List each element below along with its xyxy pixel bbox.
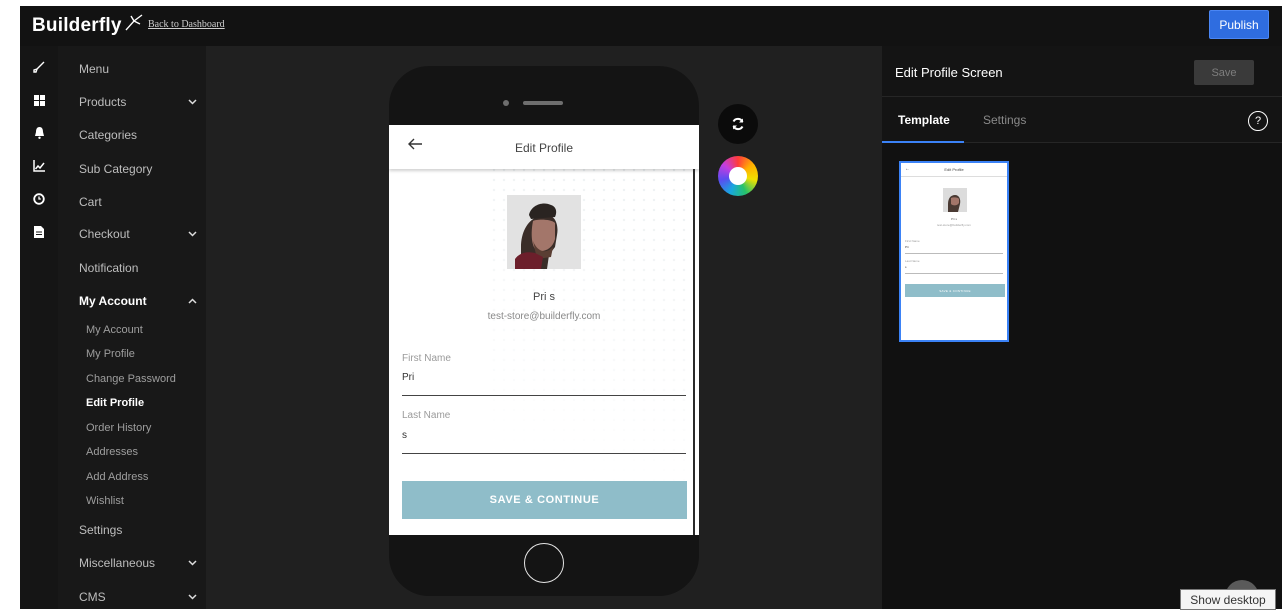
preview-canvas: Edit Profile Pri s test-store@builderfly… <box>206 46 882 609</box>
thumb-last-name-label: Last Name <box>905 259 920 263</box>
profile-name: Pri s <box>533 291 555 303</box>
thumb-header: ← Edit Profile <box>901 163 1007 177</box>
chevron-down-icon[interactable] <box>188 229 198 239</box>
panel-title: Edit Profile Screen <box>895 65 1003 80</box>
subnav-my-account[interactable]: My Account <box>86 324 143 336</box>
logo-text: Builderfly <box>32 15 122 36</box>
last-name-field[interactable]: s <box>402 430 407 441</box>
chevron-down-icon[interactable] <box>188 592 198 602</box>
save-continue-button[interactable]: SAVE & CONTINUE <box>402 481 687 519</box>
clock-icon[interactable] <box>32 192 46 206</box>
thumb-name: Pri s <box>951 217 957 221</box>
chevron-down-icon[interactable] <box>188 558 198 568</box>
nav-item-cart[interactable]: Cart <box>79 195 102 209</box>
document-icon[interactable] <box>32 225 46 239</box>
chevron-up-icon[interactable] <box>188 296 198 306</box>
builderfly-logo[interactable]: Builderfly <box>32 12 144 40</box>
screen-title: Edit Profile <box>514 141 574 155</box>
color-palette-button[interactable] <box>718 156 758 196</box>
app-window: Builderfly Back to Dashboard Publish Men… <box>20 6 1282 609</box>
subnav-addresses[interactable]: Addresses <box>86 446 138 458</box>
thumb-avatar <box>943 188 967 212</box>
thumb-line <box>905 253 1003 254</box>
palette-icon <box>729 167 747 185</box>
tab-settings[interactable]: Settings <box>983 113 1026 127</box>
thumb-first-name-label: First Name <box>905 239 920 243</box>
back-to-dashboard-link[interactable]: Back to Dashboard <box>148 19 225 30</box>
thumb-save-button: SAVE & CONTINUE <box>905 284 1005 297</box>
subnav-change-password[interactable]: Change Password <box>86 373 176 385</box>
builder-sidebar: Menu Products Categories Sub Category Ca… <box>58 46 206 609</box>
chart-icon[interactable] <box>32 159 46 173</box>
nav-item-checkout[interactable]: Checkout <box>79 227 130 241</box>
thumb-line <box>905 273 1003 274</box>
nav-item-miscellaneous[interactable]: Miscellaneous <box>79 556 155 570</box>
nav-item-products[interactable]: Products <box>79 95 126 109</box>
subnav-add-address[interactable]: Add Address <box>86 471 148 483</box>
screen-scrollbar[interactable] <box>693 169 695 535</box>
last-name-underline <box>402 453 686 454</box>
thumb-email: test-store@builderfly.com <box>937 223 971 227</box>
icon-rail <box>20 46 58 609</box>
thumb-last-name-value: s <box>905 265 907 269</box>
help-icon[interactable]: ? <box>1248 111 1268 131</box>
nav-item-settings[interactable]: Settings <box>79 523 122 537</box>
publish-button[interactable]: Publish <box>1209 10 1269 39</box>
bell-icon[interactable] <box>32 126 46 140</box>
save-button[interactable]: Save <box>1194 60 1254 85</box>
top-bar: Builderfly Back to Dashboard Publish <box>20 6 1282 46</box>
screen-header: Edit Profile <box>389 125 699 169</box>
nav-item-my-account[interactable]: My Account <box>79 294 147 308</box>
nav-item-sub-category[interactable]: Sub Category <box>79 162 152 176</box>
chevron-down-icon[interactable] <box>188 97 198 107</box>
subnav-edit-profile[interactable]: Edit Profile <box>86 397 144 409</box>
subnav-wishlist[interactable]: Wishlist <box>86 495 124 507</box>
first-name-underline <box>402 395 686 396</box>
nav-item-cms[interactable]: CMS <box>79 590 106 604</box>
tab-template[interactable]: Template <box>898 113 950 127</box>
phone-screen: Edit Profile Pri s test-store@builderfly… <box>389 125 699 535</box>
properties-panel: Edit Profile Screen Save Template Settin… <box>882 46 1282 609</box>
phone-frame: Edit Profile Pri s test-store@builderfly… <box>389 66 699 596</box>
logo-wings-icon <box>125 14 143 31</box>
nav-item-menu[interactable]: Menu <box>79 62 109 76</box>
show-desktop-tooltip: Show desktop <box>1180 589 1276 610</box>
first-name-label: First Name <box>402 353 451 364</box>
phone-camera <box>503 100 509 106</box>
first-name-field[interactable]: Pri <box>402 372 414 383</box>
phone-home-button <box>524 543 564 583</box>
refresh-icon <box>732 117 744 131</box>
template-thumbnail[interactable]: ← Edit Profile Pri s test-store@builderf… <box>899 161 1009 342</box>
nav-item-categories[interactable]: Categories <box>79 128 137 142</box>
refresh-button[interactable] <box>718 104 758 144</box>
profile-avatar[interactable] <box>507 195 581 269</box>
subnav-my-profile[interactable]: My Profile <box>86 348 135 360</box>
last-name-label: Last Name <box>402 410 451 421</box>
brush-icon[interactable] <box>32 60 46 74</box>
active-tab-indicator <box>882 141 964 143</box>
subnav-order-history[interactable]: Order History <box>86 422 151 434</box>
thumb-title: Edit Profile <box>944 167 964 172</box>
thumb-first-name-value: Pri <box>905 245 909 249</box>
profile-email: test-store@builderfly.com <box>487 311 601 322</box>
nav-item-notification[interactable]: Notification <box>79 261 138 275</box>
grid-icon[interactable] <box>32 93 46 107</box>
panel-tabs: Template Settings ? <box>882 97 1282 143</box>
panel-header: Edit Profile Screen Save <box>882 46 1282 97</box>
phone-speaker <box>523 101 563 105</box>
